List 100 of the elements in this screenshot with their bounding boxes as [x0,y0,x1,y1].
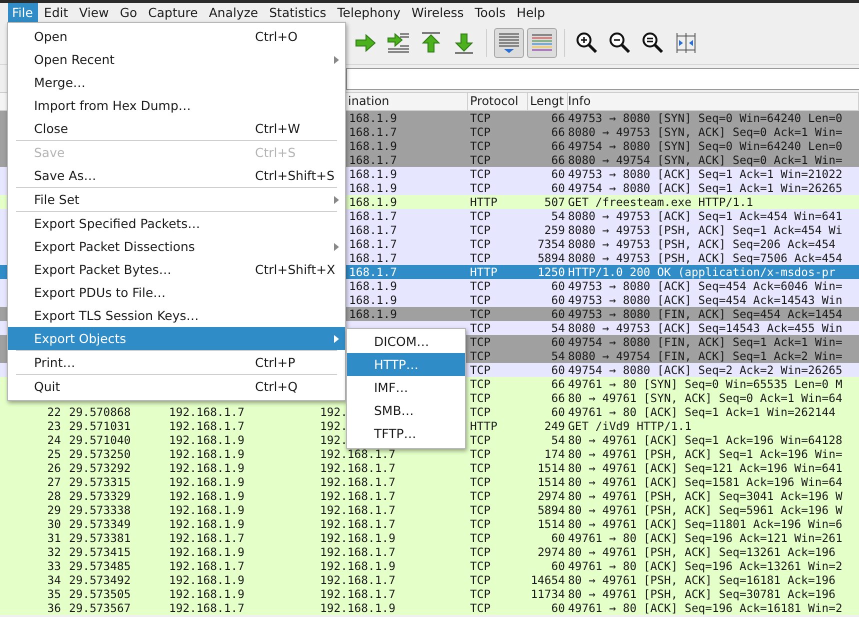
table-cell: 29.573485 [69,559,131,573]
table-cell: TCP [470,447,491,461]
shortcut-label: Ctrl+P [255,355,296,370]
table-cell: 11734 [530,587,565,601]
table-cell: 60 [551,293,565,307]
table-cell: HTTP/1.0 200 OK (application/x-msdos-pr [568,265,836,279]
table-cell: TCP [470,391,491,405]
table-cell: TCP [470,153,491,167]
table-cell: 29.573349 [69,517,131,531]
table-cell: 192.168.1.7 [169,531,244,545]
table-cell: 49761 → 80 [ACK] Seq=196 Ack=13261 Win=2 [568,559,842,573]
table-cell: 192.168.1.9 [169,433,244,447]
shortcut-label: Ctrl+Shift+S [255,168,335,183]
table-cell: TCP [470,545,491,559]
table-cell: 60 [551,601,565,615]
table-cell: 192.168.1.7 [320,545,396,559]
table-cell: 192. [320,405,348,419]
table-cell: 49753 → 8080 [ACK] Seq=454 Ack=14543 Win [568,293,842,307]
menu-item-label: Quit [34,379,60,394]
menu-item-label: Open Recent [34,52,115,67]
table-cell: 29.573329 [69,489,131,503]
table-cell: 168.1.9 [349,167,398,181]
table-cell: 192.168.1.7 [320,587,396,601]
table-cell: 29.573338 [69,503,131,517]
table-cell: TCP [470,321,491,335]
table-cell: 26 [47,461,61,475]
table-cell: 29.573415 [69,545,131,559]
table-cell: 54 [551,321,565,335]
table-cell: TCP [470,237,491,251]
table-cell: 54 [551,433,565,447]
table-cell: 192.168.1.7 [320,461,396,475]
table-cell: 192.168.1.7 [320,503,396,517]
table-cell: 80 → 49761 [PSH, ACK] Seq=30781 Ack=196 [568,587,836,601]
table-cell: 54 [551,349,565,363]
table-cell: 66 [551,391,565,405]
table-cell: 168.1.9 [349,307,398,321]
table-cell: TCP [470,349,491,363]
menu-item-label: Export Objects [34,331,126,346]
table-cell: 80 → 49761 [SYN, ACK] Seq=0 Ack=1 Win=64 [568,391,842,405]
table-cell: TCP [470,181,491,195]
table-cell: 507 [544,195,565,209]
table-cell: 49754 → 8080 [SYN] Seq=0 Win=64240 Len=0 [568,139,842,153]
table-cell: 66 [551,377,565,391]
table-cell: 60 [551,167,565,181]
table-cell: HTTP [470,419,498,433]
table-cell: 60 [551,307,565,321]
table-cell: 80 → 49761 [PSH, ACK] Seq=5961 Ack=196 W [568,503,842,517]
table-cell: TCP [470,111,491,125]
table-cell: 29.570868 [69,405,131,419]
table-cell: 192.168.1.9 [320,601,396,615]
table-cell: 49754 → 8080 [ACK] Seq=2 Ack=2 Win=26265 [568,363,842,377]
table-cell: TCP [470,573,491,587]
table-cell: 192.168.1.9 [169,447,244,461]
table-cell: 49761 → 80 [ACK] Seq=196 Ack=16181 Win=2 [568,601,842,615]
menu-item-label: File Set [34,192,80,207]
table-cell: TCP [470,405,491,419]
table-cell: 28 [47,489,61,503]
menu-item-label: Export TLS Session Keys… [34,308,199,323]
table-cell: 80 → 49761 [PSH, ACK] Seq=16181 Ack=196 [568,573,836,587]
table-cell: 29.571040 [69,433,131,447]
table-cell: 168.1.9 [349,139,398,153]
table-cell: 168.1.7 [349,125,398,139]
table-cell: 168.1.7 [349,153,398,167]
table-cell: 22 [47,405,61,419]
table-cell: 29.573292 [69,461,131,475]
table-cell: 8080 → 49753 [ACK] Seq=14543 Ack=455 Win [568,321,842,335]
table-cell: 49754 → 8080 [FIN, ACK] Seq=1 Ack=1 Win= [568,335,842,349]
table-cell: 80 → 49761 [ACK] Seq=1581 Ack=196 Win=64 [568,475,842,489]
table-cell: 8080 → 49753 [ACK] Seq=1 Ack=454 Win=641 [568,209,842,223]
table-cell: TCP [470,167,491,181]
table-cell: 29.573505 [69,587,131,601]
table-cell: GET /freesteam.exe HTTP/1.1 [568,195,754,209]
table-cell: 1514 [538,517,565,531]
table-cell: 5894 [538,503,565,517]
table-cell: 49753 → 8080 [FIN, ACK] Seq=454 Ack=1454 [568,307,842,321]
table-cell: 174 [544,447,565,461]
table-cell: 168.1.9 [349,279,398,293]
table-cell: TCP [470,293,491,307]
table-cell: 27 [47,475,61,489]
table-cell: 8080 → 49754 [SYN, ACK] Seq=0 Ack=1 Win= [568,153,842,167]
table-cell: TCP [470,209,491,223]
table-cell: 168.1.7 [349,209,398,223]
table-cell: 49753 → 8080 [ACK] Seq=454 Ack=6046 Win= [568,279,842,293]
table-cell: TCP [470,475,491,489]
table-cell: 1514 [538,475,565,489]
table-cell: 80 → 49761 [PSH, ACK] Seq=13261 Ack=196 [568,545,836,559]
menu-item-label: Save As… [34,168,96,183]
table-cell: 192.168.1.9 [320,559,396,573]
table-cell: 36 [47,601,61,615]
table-cell: TCP [470,531,491,545]
table-cell: HTTP [470,195,498,209]
table-cell: 192.168.1.9 [169,573,244,587]
table-cell: 60 [551,405,565,419]
menu-item-label: Print… [34,355,76,370]
table-cell: 192.168.1.7 [320,573,396,587]
table-cell: 192.168.1.7 [169,601,244,615]
table-cell: 49761 → 80 [ACK] Seq=1 Ack=1 Win=262144 [568,405,836,419]
table-cell: 14654 [530,573,565,587]
table-cell: 7354 [538,237,565,251]
table-cell: 80 → 49761 [ACK] Seq=1 Ack=196 Win=64128 [568,433,842,447]
